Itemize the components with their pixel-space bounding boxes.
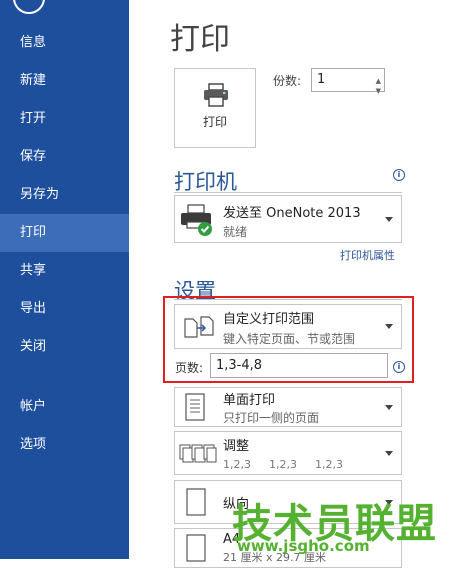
section-divider (174, 192, 402, 193)
printer-icon (204, 83, 228, 107)
info-icon[interactable]: i (393, 169, 405, 181)
collate-icon (179, 444, 217, 463)
collate-title: 调整 (223, 439, 250, 454)
sidebar-item-share[interactable]: 共享 (0, 252, 129, 290)
sides-dropdown[interactable]: 单面打印 只打印一侧的页面 (174, 387, 402, 427)
chevron-down-icon (385, 405, 393, 410)
collate-sequence-2: 1,2,3 (269, 458, 297, 471)
sidebar-item-account[interactable]: 帐户 (0, 388, 129, 426)
page-title: 打印 (170, 22, 230, 57)
printer-status-icon (181, 204, 212, 236)
watermark-url: www.jsgho.com (237, 537, 370, 555)
print-button[interactable]: 打印 (174, 68, 256, 148)
sidebar-item-save-as[interactable]: 另存为 (0, 176, 129, 214)
sidebar-item-print[interactable]: 打印 (0, 214, 129, 252)
sidebar-item-new[interactable]: 新建 (0, 62, 129, 100)
sides-title: 单面打印 (223, 393, 276, 408)
copies-stepper[interactable]: 1 ▲ ▼ (311, 68, 385, 95)
sidebar-item-save[interactable]: 保存 (0, 138, 129, 176)
highlight-box (163, 296, 414, 383)
portrait-icon (186, 488, 206, 516)
collate-sequence-1: 1,2,3 (223, 458, 251, 471)
one-sided-icon (185, 393, 205, 421)
printer-status: 就绪 (223, 225, 248, 239)
copies-label: 份数: (273, 74, 302, 88)
sidebar-item-export[interactable]: 导出 (0, 290, 129, 328)
sidebar-item-open[interactable]: 打开 (0, 100, 129, 138)
copies-value: 1 (317, 72, 326, 87)
printer-name: 发送至 OneNote 2013 (223, 206, 361, 221)
sidebar-item-close[interactable]: 关闭 (0, 328, 129, 366)
chevron-down-icon (385, 451, 393, 456)
backstage-sidebar: 信息 新建 打开 保存 另存为 打印 共享 导出 关闭 帐户 选项 (0, 0, 129, 559)
back-arrow-icon[interactable] (13, 0, 45, 14)
chevron-down-icon (385, 217, 393, 222)
sidebar-item-info[interactable]: 信息 (0, 24, 129, 62)
sides-subtitle: 只打印一侧的页面 (223, 411, 320, 425)
printer-properties-link[interactable]: 打印机属性 (340, 247, 395, 263)
spin-down-icon[interactable]: ▼ (376, 80, 381, 102)
copies-spinner[interactable]: ▲ ▼ (371, 69, 384, 95)
collate-sequence-3: 1,2,3 (315, 458, 343, 471)
printer-dropdown[interactable]: 发送至 OneNote 2013 就绪 (174, 195, 402, 243)
print-button-label: 打印 (202, 115, 227, 129)
sidebar-item-options[interactable]: 选项 (0, 426, 129, 464)
collate-dropdown[interactable]: 调整 1,2,3 1,2,3 1,2,3 (174, 431, 402, 475)
